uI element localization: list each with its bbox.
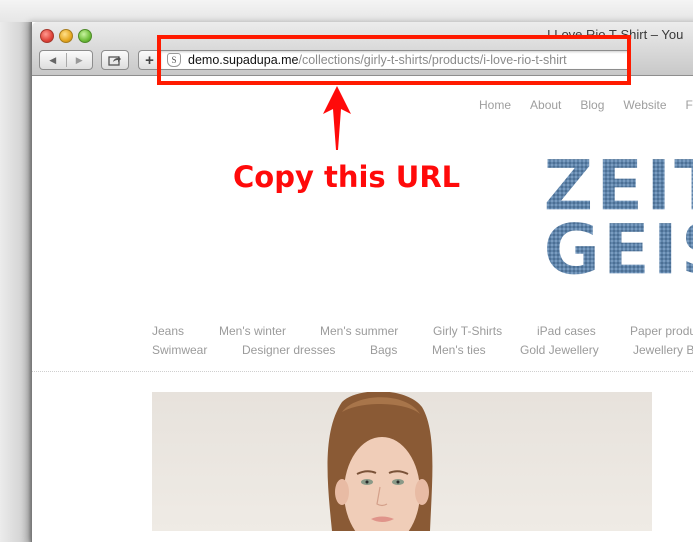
category-link[interactable]: Men's ties bbox=[432, 343, 486, 357]
nav-website[interactable]: Website bbox=[623, 98, 666, 112]
up-arrow-icon bbox=[323, 86, 351, 150]
category-link[interactable]: Girly T-Shirts bbox=[433, 324, 502, 338]
forward-arrow-icon: ▶ bbox=[75, 54, 83, 65]
header-separator bbox=[32, 371, 693, 372]
share-icon bbox=[108, 56, 121, 66]
nav-more[interactable]: F bbox=[686, 98, 693, 112]
category-link[interactable]: Jeans bbox=[152, 324, 184, 338]
zeitgeist-logo[interactable]: ZEIT GEIS bbox=[543, 152, 693, 282]
minimize-window-button[interactable] bbox=[59, 29, 73, 43]
back-arrow-icon: ◀ bbox=[49, 54, 57, 65]
category-link[interactable]: iPad cases bbox=[537, 324, 596, 338]
category-link[interactable]: Men's summer bbox=[320, 324, 398, 338]
forward-button[interactable]: ▶ bbox=[66, 51, 92, 69]
category-link[interactable]: Jewellery B bbox=[633, 343, 693, 357]
category-link[interactable]: Gold Jewellery bbox=[520, 343, 599, 357]
url-highlight-box bbox=[157, 35, 631, 85]
product-image[interactable] bbox=[152, 392, 652, 531]
nav-about[interactable]: About bbox=[530, 98, 561, 112]
category-link[interactable]: Swimwear bbox=[152, 343, 207, 357]
model-photo bbox=[327, 392, 433, 531]
share-button[interactable] bbox=[101, 50, 129, 70]
back-button[interactable]: ◀ bbox=[40, 51, 66, 69]
close-window-button[interactable] bbox=[40, 29, 54, 43]
desktop-background bbox=[0, 0, 693, 22]
instruction-callout: Copy this URL bbox=[233, 160, 461, 194]
category-link[interactable]: Men's winter bbox=[219, 324, 286, 338]
site-top-nav: Home About Blog Website F bbox=[479, 98, 693, 112]
nav-blog[interactable]: Blog bbox=[580, 98, 604, 112]
nav-home[interactable]: Home bbox=[479, 98, 511, 112]
zoom-window-button[interactable] bbox=[78, 29, 92, 43]
category-link[interactable]: Bags bbox=[370, 343, 397, 357]
logo-line-2: GEIS bbox=[543, 209, 693, 282]
category-link[interactable]: Paper produ bbox=[630, 324, 693, 338]
category-link[interactable]: Designer dresses bbox=[242, 343, 335, 357]
back-forward-buttons: ◀ ▶ bbox=[39, 50, 93, 70]
